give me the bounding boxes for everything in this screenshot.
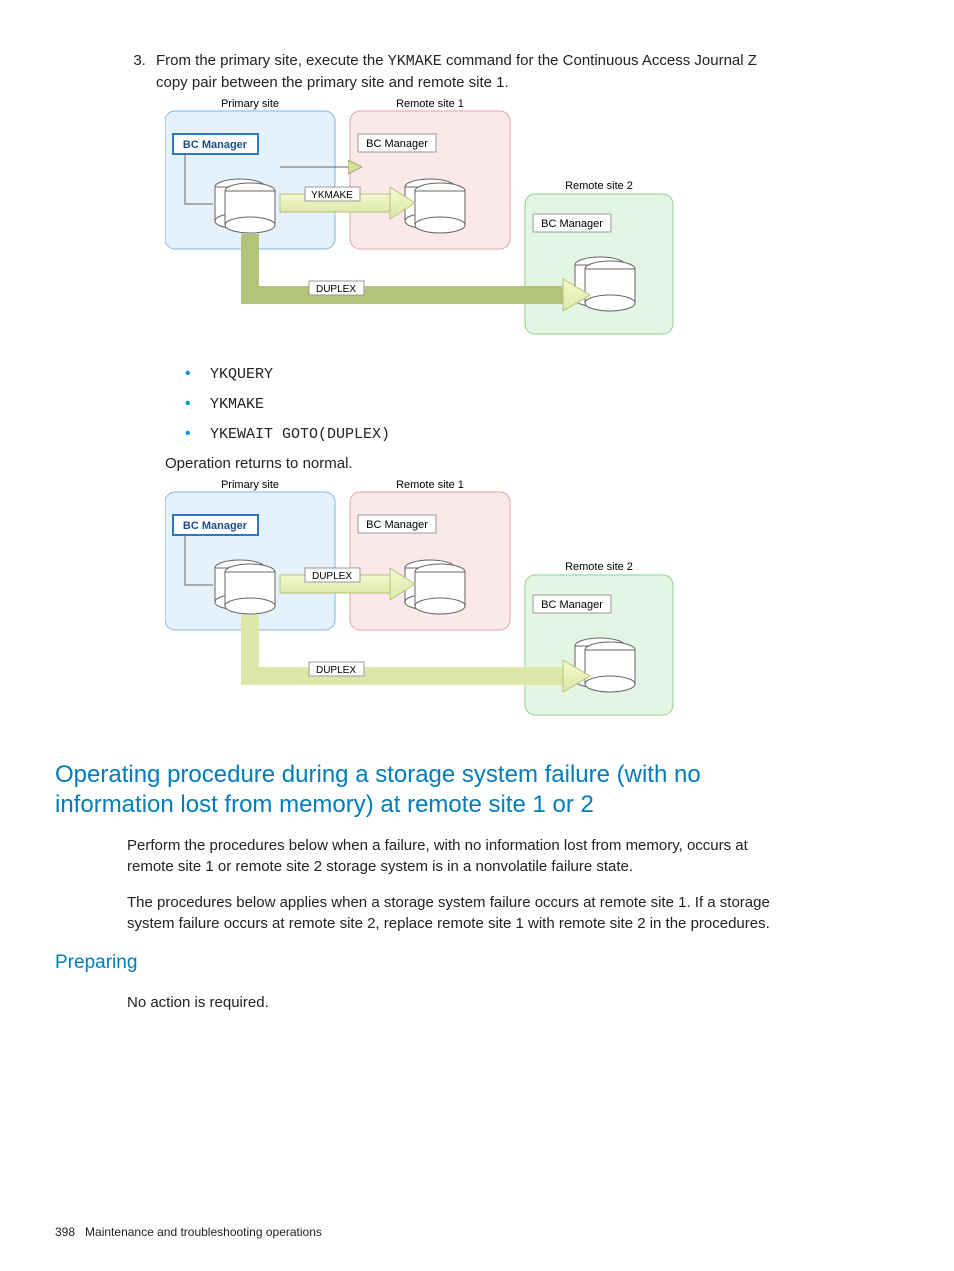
svg-text:DUPLEX: DUPLEX [316, 284, 356, 295]
svg-text:BC Manager: BC Manager [541, 599, 603, 611]
section-paragraph-2: The procedures below applies when a stor… [127, 892, 789, 934]
step-command: YKMAKE [388, 53, 442, 70]
subsection-body: No action is required. [127, 992, 789, 1013]
page-number: 398 [55, 1225, 75, 1239]
procedure-list: From the primary site, execute the YKMAK… [150, 50, 789, 93]
svg-text:BC Manager: BC Manager [366, 519, 428, 531]
svg-text:DUPLEX: DUPLEX [316, 665, 356, 676]
svg-text:DUPLEX: DUPLEX [312, 571, 352, 582]
command-item: YKMAKE [165, 393, 789, 415]
svg-text:Remote site 2: Remote site 2 [565, 561, 633, 573]
svg-text:Remote site 2: Remote site 2 [565, 180, 633, 192]
command-list: YKQUERY YKMAKE YKEWAIT GOTO(DUPLEX) [165, 363, 789, 445]
return-text: Operation returns to normal. [165, 453, 789, 474]
diagram-1: Primary site BC Manager Remote site 1 BC… [165, 99, 789, 355]
command-text: YKMAKE [210, 396, 264, 413]
command-text: YKQUERY [210, 366, 273, 383]
step-prefix: From the primary site, execute the [156, 52, 388, 69]
svg-text:Primary site: Primary site [221, 480, 279, 491]
diagram-2: Primary site BC Manager Remote site 1 BC… [165, 480, 789, 736]
svg-text:BC Manager: BC Manager [183, 520, 248, 532]
svg-text:Remote site 1: Remote site 1 [396, 480, 464, 491]
svg-text:BC Manager: BC Manager [366, 138, 428, 150]
command-text: YKEWAIT GOTO(DUPLEX) [210, 426, 390, 443]
svg-text:Primary site: Primary site [221, 99, 279, 110]
section-paragraph-1: Perform the procedures below when a fail… [127, 835, 789, 877]
svg-text:BC Manager: BC Manager [183, 139, 248, 151]
svg-text:Remote site 1: Remote site 1 [396, 99, 464, 110]
section-heading: Operating procedure during a storage sys… [55, 760, 789, 820]
command-item: YKQUERY [165, 363, 789, 385]
command-item: YKEWAIT GOTO(DUPLEX) [165, 423, 789, 445]
footer-title: Maintenance and troubleshooting operatio… [85, 1225, 322, 1239]
svg-text:BC Manager: BC Manager [541, 218, 603, 230]
subsection-heading: Preparing [55, 950, 789, 977]
page-footer: 398 Maintenance and troubleshooting oper… [55, 1224, 322, 1241]
procedure-step-3: From the primary site, execute the YKMAK… [150, 50, 789, 93]
svg-text:YKMAKE: YKMAKE [311, 190, 353, 201]
